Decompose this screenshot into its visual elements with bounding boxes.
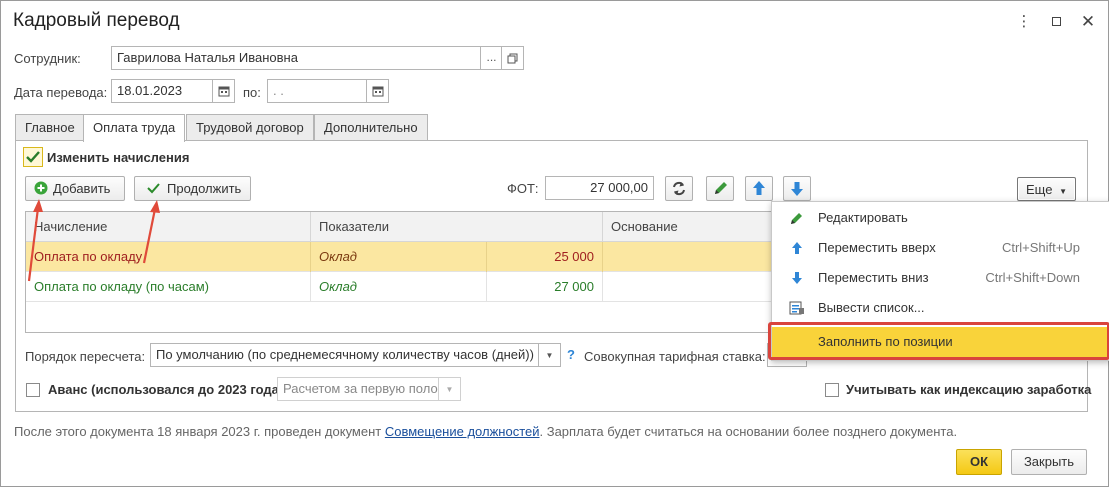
calendar-to-button[interactable] <box>366 79 389 103</box>
checkmark-icon <box>147 183 160 194</box>
basis-cell <box>602 242 776 272</box>
arrow-up-icon <box>792 242 802 254</box>
footer-note-suffix: . Зарплата будет считаться на основании … <box>539 424 958 439</box>
highlight-frame <box>768 322 1109 360</box>
menu-item-label: Редактировать <box>818 210 908 225</box>
chevron-down-icon: ▼ <box>1059 187 1067 196</box>
arrow-down-icon <box>792 272 802 284</box>
indexation-checkbox[interactable] <box>825 383 839 397</box>
close-button[interactable]: Закрыть <box>1011 449 1087 475</box>
move-up-button[interactable] <box>745 176 773 201</box>
transfer-date-label: Дата перевода: <box>14 85 108 100</box>
column-header-basis[interactable]: Основание <box>602 212 776 242</box>
arrow-up-icon <box>753 181 765 195</box>
accrual-cell: Оплата по окладу (по часам) <box>34 279 209 294</box>
refresh-button[interactable] <box>665 176 693 201</box>
more-button-label: Еще <box>1026 182 1053 197</box>
plus-circle-icon <box>34 181 48 195</box>
help-icon[interactable]: ? <box>567 347 575 362</box>
pencil-icon <box>715 182 727 194</box>
indicator-cell: Оклад <box>310 242 486 272</box>
arrow-down-icon <box>791 182 803 196</box>
indicator-cell: Оклад <box>310 272 486 302</box>
transfer-date-field[interactable]: 18.01.2023 <box>111 79 213 103</box>
recalc-select[interactable]: По умолчанию (по среднемесячному количес… <box>150 343 539 367</box>
column-header-indicators[interactable]: Показатели <box>310 212 602 242</box>
tab-additional[interactable]: Дополнительно <box>314 114 428 141</box>
list-output-icon <box>789 301 804 315</box>
calendar-icon <box>372 86 383 97</box>
menu-item-label: Переместить вверх <box>818 240 936 255</box>
tab-main[interactable]: Главное <box>15 114 85 141</box>
calendar-button[interactable] <box>212 79 235 103</box>
employee-select-button[interactable]: ... <box>480 46 503 70</box>
column-header-accrual[interactable]: Начисление <box>26 212 310 242</box>
employee-label: Сотрудник: <box>14 51 81 66</box>
menu-item-edit[interactable]: Редактировать <box>772 203 1109 233</box>
amount-cell: 27 000 <box>486 272 602 302</box>
date-to-label: по: <box>243 85 261 100</box>
refresh-icon <box>673 181 685 196</box>
fot-field[interactable]: 27 000,00 <box>545 176 654 200</box>
ok-button[interactable]: ОК <box>956 449 1002 475</box>
table-row[interactable]: Оплата по окладу Оклад 25 000 <box>26 242 776 272</box>
menu-item-move-up[interactable]: Переместить вверх Ctrl+Shift+Up <box>772 233 1109 263</box>
more-menu-icon[interactable]: ⋮ <box>1013 11 1035 33</box>
transfer-window: Кадровый перевод ⋮ ✕ Сотрудник: Гаврилов… <box>0 0 1109 487</box>
menu-item-label: Переместить вниз <box>818 270 929 285</box>
fot-label: ФОТ: <box>507 181 539 196</box>
change-accruals-checkbox[interactable] <box>23 147 43 167</box>
footer-note: После этого документа 18 января 2023 г. … <box>14 424 957 439</box>
continue-button[interactable]: Продолжить <box>134 176 251 201</box>
indexation-label: Учитывать как индексацию заработка <box>846 382 1092 397</box>
tab-labor-contract[interactable]: Трудовой договор <box>186 114 314 141</box>
basis-cell <box>602 272 776 302</box>
add-button-label: Добавить <box>53 181 111 196</box>
pencil-icon <box>791 213 802 224</box>
change-accruals-label: Изменить начисления <box>47 150 190 165</box>
recalc-dropdown-button[interactable]: ▼ <box>538 343 561 367</box>
continue-button-label: Продолжить <box>167 181 242 196</box>
menu-item-shortcut: Ctrl+Shift+Up <box>1001 240 1080 255</box>
amount-cell: 25 000 <box>486 242 602 272</box>
accruals-table: Начисление Показатели Основание Оплата п… <box>25 211 777 333</box>
menu-item-move-down[interactable]: Переместить вниз Ctrl+Shift+Down <box>772 263 1109 293</box>
footer-note-prefix: После этого документа 18 января 2023 г. … <box>14 424 382 439</box>
menu-item-shortcut: Ctrl+Shift+Down <box>985 270 1080 285</box>
advance-checkbox[interactable] <box>26 383 40 397</box>
more-button[interactable]: Еще ▼ <box>1017 177 1076 201</box>
date-to-field[interactable]: . . <box>267 79 367 103</box>
open-icon <box>507 53 518 64</box>
tab-payment[interactable]: Оплата труда <box>83 114 186 142</box>
maximize-icon[interactable] <box>1045 11 1067 33</box>
chevron-down-icon: ▼ <box>445 385 454 394</box>
employee-open-button[interactable] <box>501 46 524 70</box>
accrual-cell: Оплата по окладу <box>34 249 143 264</box>
edit-button[interactable] <box>706 176 734 201</box>
table-row[interactable]: Оплата по окладу (по часам) Оклад 27 000 <box>26 272 776 302</box>
menu-item-output-list[interactable]: Вывести список... <box>772 293 1109 323</box>
window-title: Кадровый перевод <box>13 10 180 31</box>
advance-dropdown-button[interactable]: ▼ <box>438 377 461 401</box>
tariff-rate-label: Совокупная тарифная ставка: <box>584 349 766 364</box>
employee-field[interactable]: Гаврилова Наталья Ивановна <box>111 46 481 70</box>
checkmark-icon <box>26 151 40 163</box>
move-down-button[interactable] <box>783 176 811 201</box>
recalc-label: Порядок пересчета: <box>25 349 146 364</box>
add-button[interactable]: Добавить <box>25 176 125 201</box>
calendar-icon <box>218 86 229 97</box>
close-icon[interactable]: ✕ <box>1077 11 1099 33</box>
menu-item-label: Вывести список... <box>818 300 925 315</box>
chevron-down-icon: ▼ <box>545 351 554 360</box>
advance-label: Аванс (использовался до 2023 года) <box>48 382 284 397</box>
advance-method-select[interactable]: Расчетом за первую поло <box>277 377 439 401</box>
combination-link[interactable]: Совмещение должностей <box>385 424 540 439</box>
